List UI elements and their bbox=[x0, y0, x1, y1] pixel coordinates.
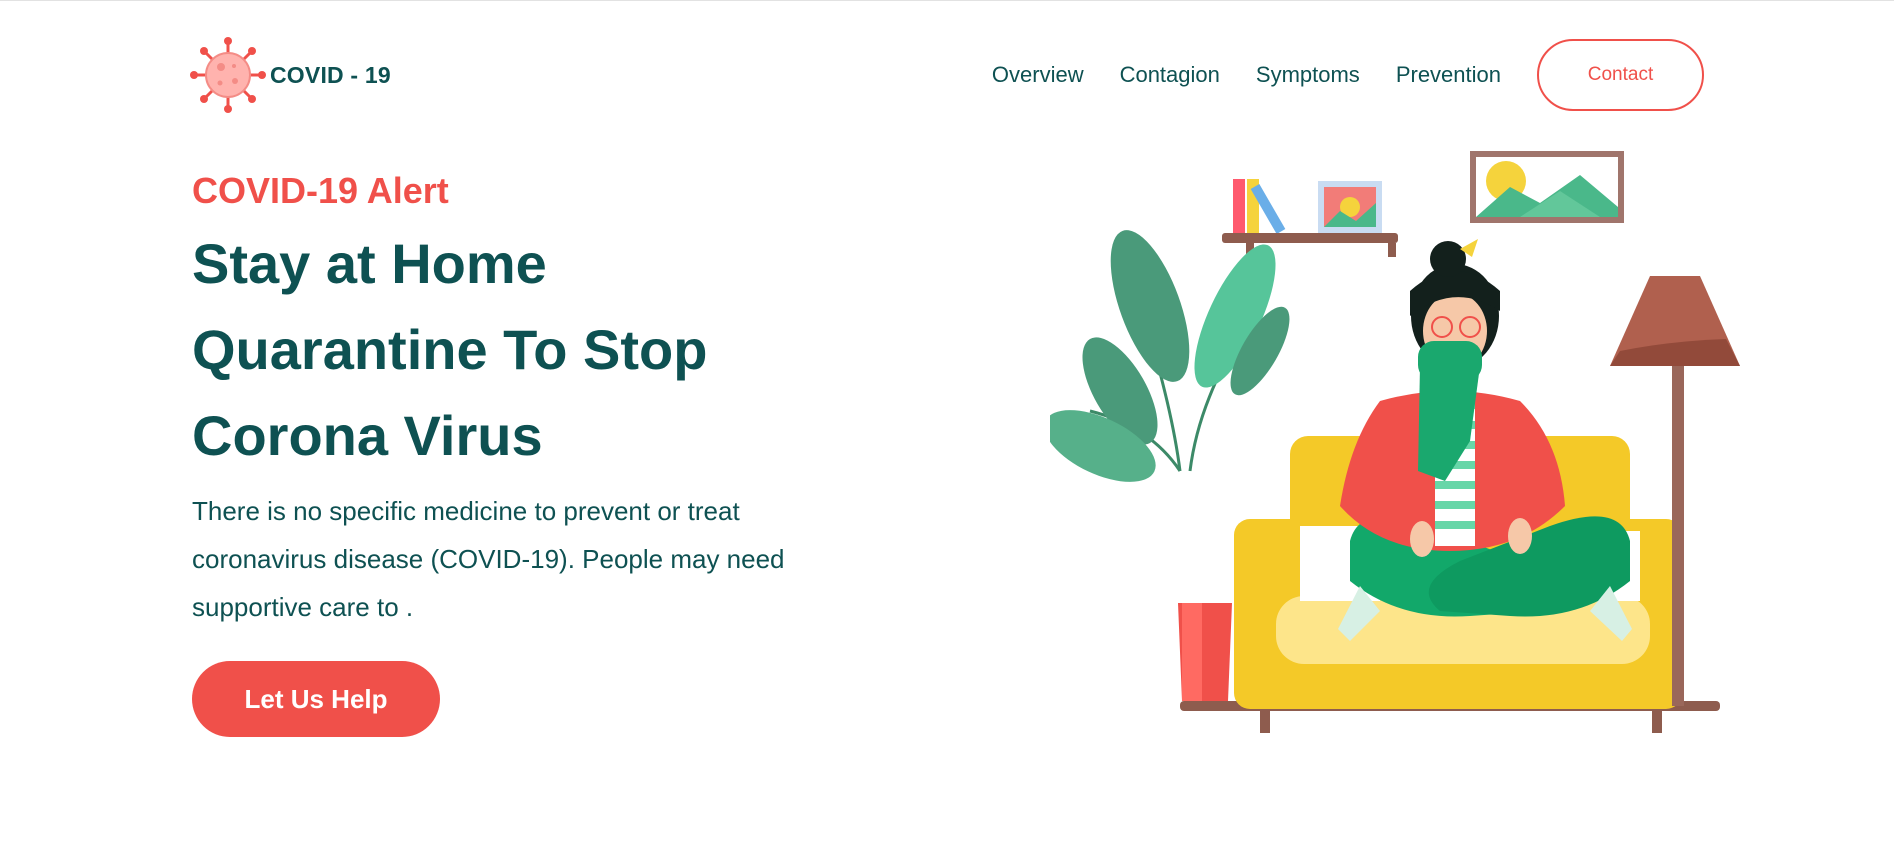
woman-wearing-mask-sitting-on-sofa-icon bbox=[1050, 151, 1740, 733]
bookshelf-icon bbox=[1222, 179, 1398, 257]
virus-icon bbox=[190, 37, 266, 113]
contact-button[interactable]: Contact bbox=[1537, 39, 1704, 111]
nav-contagion[interactable]: Contagion bbox=[1120, 62, 1220, 88]
brand-name: COVID - 19 bbox=[270, 61, 391, 88]
logo[interactable]: COVID - 19 bbox=[190, 37, 391, 113]
main-nav: Overview Contagion Symptoms Prevention C… bbox=[992, 39, 1704, 111]
nav-prevention[interactable]: Prevention bbox=[1396, 62, 1501, 88]
alert-label: COVID-19 Alert bbox=[192, 170, 449, 211]
let-us-help-button[interactable]: Let Us Help bbox=[192, 661, 440, 737]
headline-line-3: Corona Virus bbox=[192, 404, 543, 467]
site-header: COVID - 19 Overview Contagion Symptoms P… bbox=[0, 1, 1894, 151]
nav-overview[interactable]: Overview bbox=[992, 62, 1084, 88]
headline-line-2: Quarantine To Stop bbox=[192, 318, 708, 381]
hero-headline: Stay at Home Quarantine To Stop Corona V… bbox=[192, 221, 892, 479]
hero-section: COVID-19 Alert Stay at Home Quarantine T… bbox=[192, 165, 892, 737]
nav-symptoms[interactable]: Symptoms bbox=[1256, 62, 1360, 88]
headline-line-1: Stay at Home bbox=[192, 232, 547, 295]
wall-picture-icon bbox=[1470, 151, 1624, 223]
hero-description: There is no specific medicine to prevent… bbox=[192, 496, 785, 622]
